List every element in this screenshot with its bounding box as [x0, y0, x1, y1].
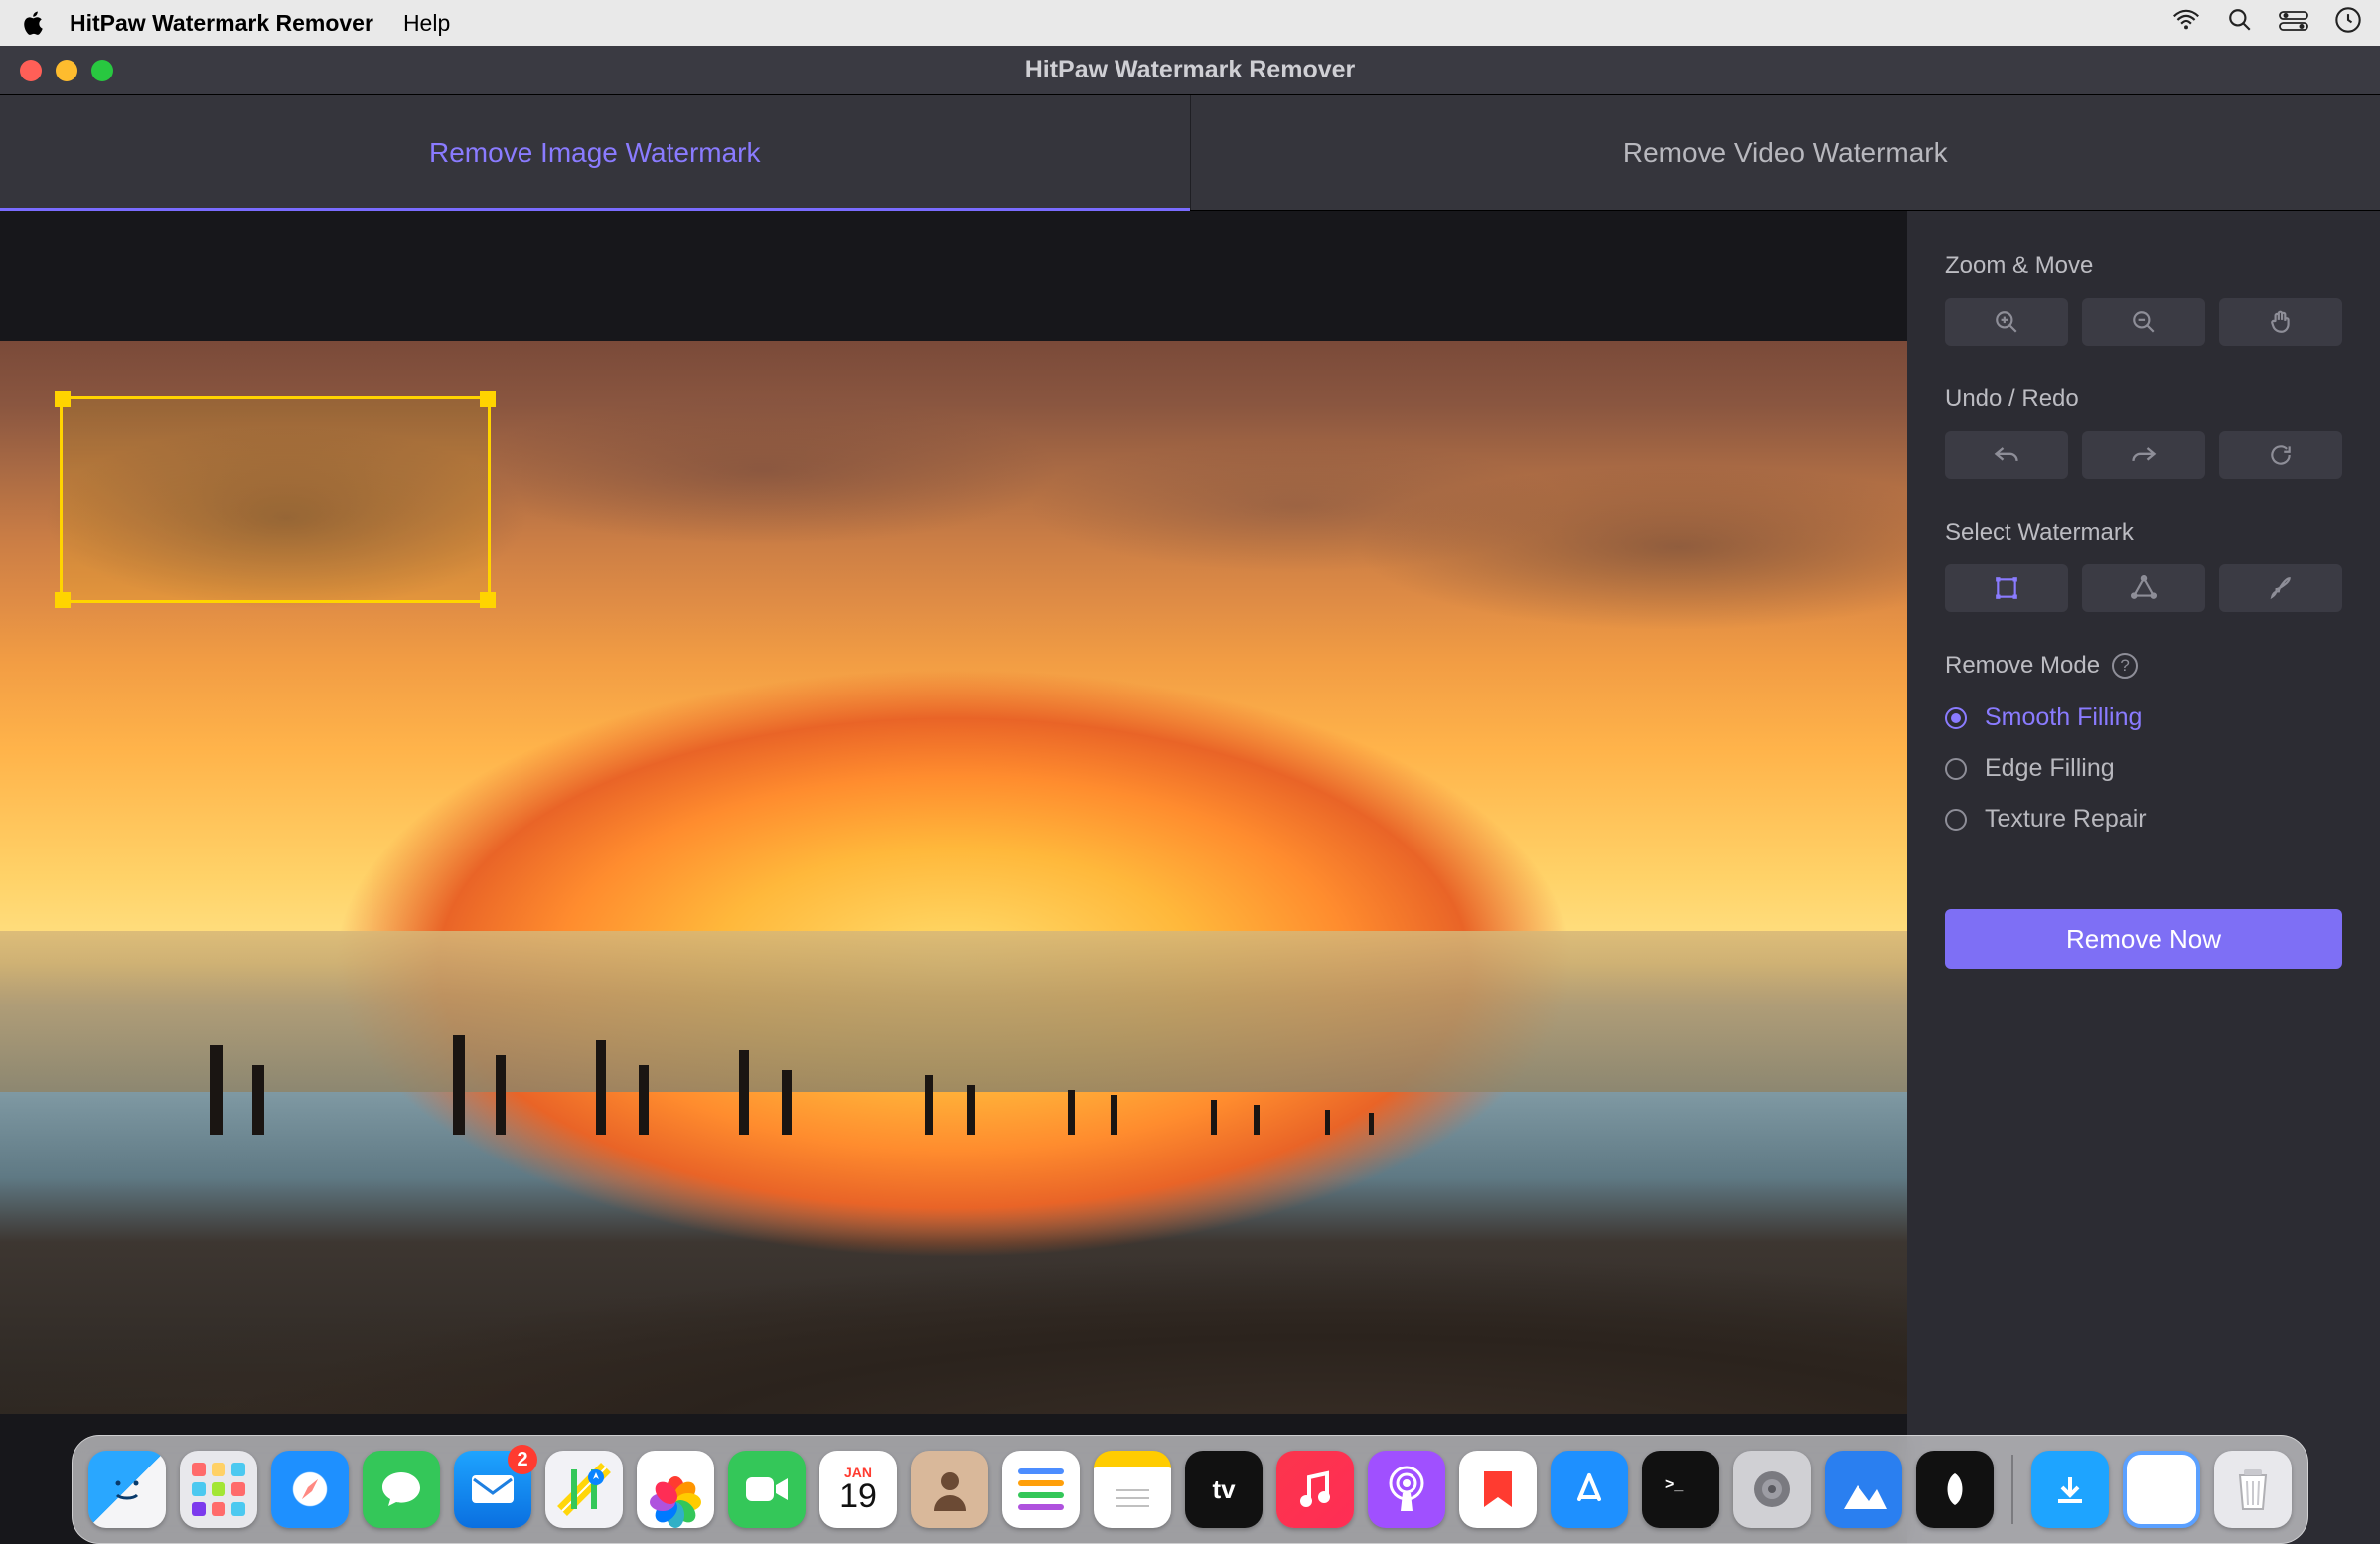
remove-mode-edge-filling[interactable]: Edge Filling [1945, 754, 2342, 783]
dock-icon-safari[interactable] [271, 1451, 349, 1528]
rect-select-tool[interactable] [1945, 564, 2068, 612]
dock-icon-facetime[interactable] [728, 1451, 806, 1528]
svg-text:>_: >_ [1665, 1476, 1684, 1493]
menubar-app-name: HitPaw Watermark Remover [70, 10, 373, 37]
control-center-icon[interactable] [2279, 10, 2308, 37]
dock-separator [2011, 1455, 2013, 1524]
selection-handle-br[interactable] [480, 592, 496, 608]
window-titlebar: HitPaw Watermark Remover [0, 46, 2380, 95]
selection-handle-tr[interactable] [480, 391, 496, 407]
window-maximize-button[interactable] [91, 60, 113, 81]
dock-icon-trash[interactable] [2214, 1451, 2292, 1528]
radio-label: Edge Filling [1985, 754, 2115, 783]
dock-icon-finder[interactable] [88, 1451, 166, 1528]
radio-icon [1945, 809, 1967, 831]
selection-handle-bl[interactable] [55, 592, 71, 608]
window-controls [20, 60, 113, 81]
tab-remove-video-watermark[interactable]: Remove Video Watermark [1191, 95, 2380, 210]
radio-icon [1945, 707, 1967, 729]
dock-icon-maps[interactable] [545, 1451, 623, 1528]
side-panel: Zoom & Move Undo / Redo Select Watermark… [1907, 211, 2380, 1544]
clock-icon[interactable] [2334, 6, 2362, 40]
macos-menubar: HitPaw Watermark Remover Help [0, 0, 2380, 46]
remove-mode-texture-repair[interactable]: Texture Repair [1945, 805, 2342, 834]
window-minimize-button[interactable] [56, 60, 77, 81]
radio-label: Smooth Filling [1985, 703, 2142, 732]
undo-button[interactable] [1945, 431, 2068, 479]
dock-icon-music[interactable] [1276, 1451, 1354, 1528]
menubar-item-help[interactable]: Help [403, 10, 450, 37]
dock-icon-settings[interactable] [1733, 1451, 1811, 1528]
help-icon[interactable]: ? [2112, 653, 2138, 679]
dock-icon-podcasts[interactable] [1368, 1451, 1445, 1528]
radio-icon [1945, 758, 1967, 780]
dock-icon-tv[interactable]: tv [1185, 1451, 1263, 1528]
dock-icon-launchpad[interactable] [180, 1451, 257, 1528]
dock-icon-news[interactable] [1459, 1451, 1537, 1528]
spotlight-icon[interactable] [2227, 7, 2253, 39]
dock-icon-app[interactable] [1916, 1451, 1994, 1528]
dock-icon-mail[interactable]: 2 [454, 1451, 531, 1528]
canvas-area [0, 211, 1907, 1544]
dock-icon-wallpaper[interactable] [1825, 1451, 1902, 1528]
dock: 2 JAN19 tv >_ [72, 1435, 2308, 1544]
dock-icon-calendar[interactable]: JAN19 [819, 1451, 897, 1528]
image-canvas[interactable] [0, 341, 1907, 1414]
dock-icon-contacts[interactable] [911, 1451, 988, 1528]
dock-icon-desktop[interactable] [2123, 1451, 2200, 1528]
zoom-in-button[interactable] [1945, 298, 2068, 346]
dock-icon-messages[interactable] [363, 1451, 440, 1528]
window-close-button[interactable] [20, 60, 42, 81]
dock-icon-appstore[interactable] [1551, 1451, 1628, 1528]
wifi-icon[interactable] [2171, 9, 2201, 37]
pan-button[interactable] [2219, 298, 2342, 346]
workspace: Zoom & Move Undo / Redo Select Watermark… [0, 211, 2380, 1544]
reset-button[interactable] [2219, 431, 2342, 479]
watermark-selection-rect[interactable] [60, 396, 491, 603]
section-label-undo-redo: Undo / Redo [1945, 386, 2342, 413]
redo-button[interactable] [2082, 431, 2205, 479]
dock-icon-photos[interactable] [637, 1451, 714, 1528]
mode-tabs: Remove Image Watermark Remove Video Wate… [0, 95, 2380, 211]
remove-now-button[interactable]: Remove Now [1945, 909, 2342, 969]
section-label-remove-mode: Remove Mode [1945, 652, 2100, 680]
apple-menu-icon[interactable] [18, 11, 48, 35]
selection-handle-tl[interactable] [55, 391, 71, 407]
radio-label: Texture Repair [1985, 805, 2147, 834]
zoom-out-button[interactable] [2082, 298, 2205, 346]
dock-region: 2 JAN19 tv >_ [0, 1435, 2380, 1544]
dock-icon-reminders[interactable] [1002, 1451, 1080, 1528]
mail-badge: 2 [508, 1445, 537, 1474]
brush-select-tool[interactable] [2219, 564, 2342, 612]
lasso-select-tool[interactable] [2082, 564, 2205, 612]
app-window: HitPaw Watermark Remover Remove Image Wa… [0, 46, 2380, 1544]
section-label-zoom-move: Zoom & Move [1945, 252, 2342, 280]
window-title: HitPaw Watermark Remover [0, 56, 2380, 84]
dock-icon-terminal[interactable]: >_ [1642, 1451, 1719, 1528]
calendar-day: 19 [839, 1479, 877, 1513]
dock-icon-notes[interactable] [1094, 1451, 1171, 1528]
tab-remove-image-watermark[interactable]: Remove Image Watermark [0, 95, 1191, 210]
section-label-select-watermark: Select Watermark [1945, 519, 2342, 546]
dock-icon-downloads[interactable] [2031, 1451, 2109, 1528]
remove-mode-smooth-filling[interactable]: Smooth Filling [1945, 703, 2342, 732]
